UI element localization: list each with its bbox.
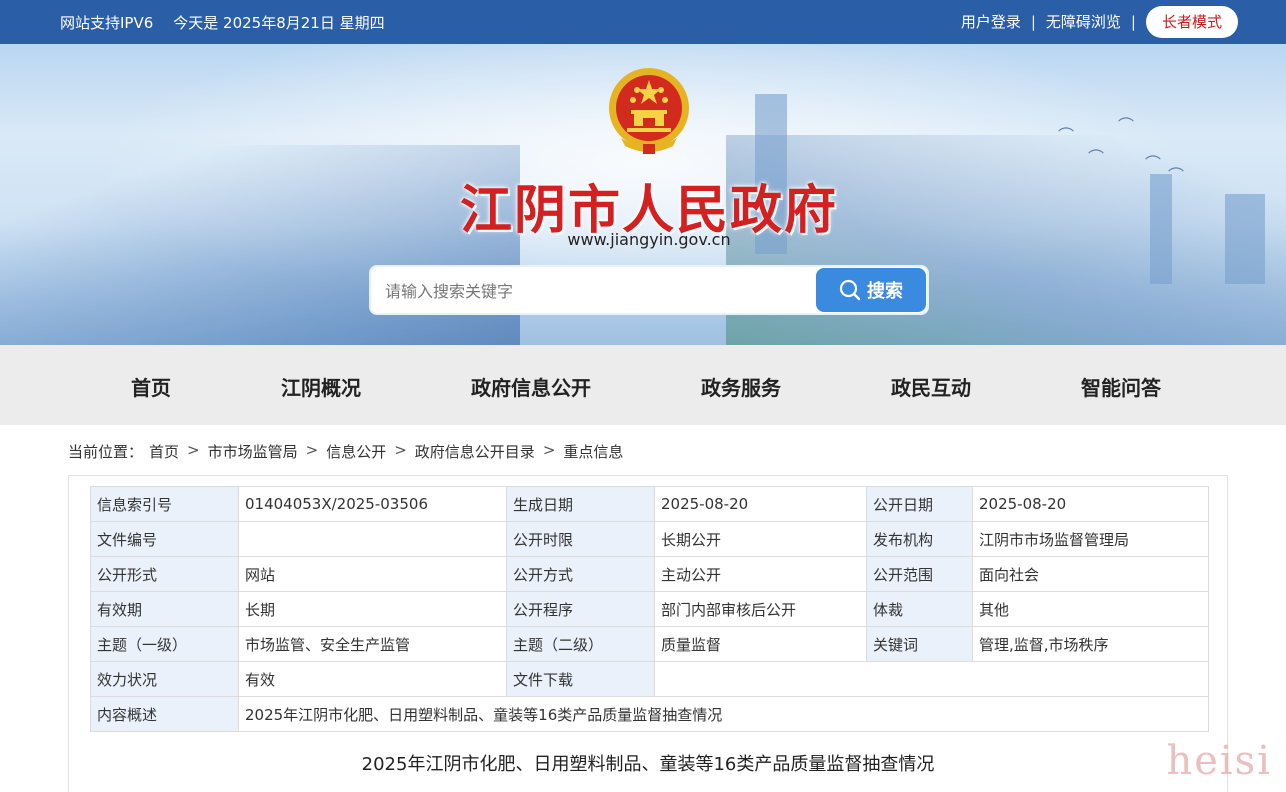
- meta-label: 主题（一级）: [90, 626, 239, 662]
- search-button[interactable]: 搜索: [816, 268, 926, 312]
- meta-value: 质量监督: [654, 626, 867, 662]
- breadcrumb-arrow: >: [187, 441, 200, 459]
- current-date: 今天是 2025年8月21日 星期四: [173, 14, 385, 32]
- meta-value: 有效: [238, 661, 507, 697]
- breadcrumb-link[interactable]: 信息公开: [326, 441, 386, 462]
- table-row: 信息索引号 01404053X/2025-03506 生成日期 2025-08-…: [90, 486, 1209, 522]
- divider: |: [1130, 13, 1136, 31]
- breadcrumb-arrow: >: [394, 441, 407, 459]
- main-nav: 首页 江阴概况 政府信息公开 政务服务 政民互动 智能问答: [0, 345, 1286, 425]
- meta-label: 体裁: [866, 591, 973, 627]
- search-box: 搜索: [369, 265, 929, 315]
- meta-value: 面向社会: [972, 556, 1209, 592]
- user-login-link[interactable]: 用户登录: [961, 6, 1021, 38]
- meta-value: 主动公开: [654, 556, 867, 592]
- meta-label: 效力状况: [90, 661, 239, 697]
- meta-label: 关键词: [866, 626, 973, 662]
- watermark: heisi: [1166, 738, 1272, 784]
- meta-value: 2025-08-20: [972, 486, 1209, 522]
- meta-value: 部门内部审核后公开: [654, 591, 867, 627]
- meta-label: 公开程序: [506, 591, 655, 627]
- nav-item-interaction[interactable]: 政民互动: [891, 372, 971, 401]
- meta-label: 公开时限: [506, 521, 655, 557]
- national-emblem-icon: [609, 68, 689, 154]
- table-row: 公开形式 网站 公开方式 主动公开 公开范围 面向社会: [90, 556, 1209, 592]
- bird-icon: ⌒: [1058, 126, 1075, 145]
- meta-value: 01404053X/2025-03506: [238, 486, 507, 522]
- meta-label: 有效期: [90, 591, 239, 627]
- breadcrumb-prefix: 当前位置：: [68, 443, 144, 461]
- table-row: 内容概述 2025年江阴市化肥、日用塑料制品、童装等16类产品质量监督抽查情况: [90, 696, 1209, 732]
- meta-label: 信息索引号: [90, 486, 239, 522]
- nav-item-smart-qa[interactable]: 智能问答: [1081, 372, 1161, 401]
- meta-value: 管理,监督,市场秩序: [972, 626, 1209, 662]
- meta-value: 长期公开: [654, 521, 867, 557]
- breadcrumb-arrow: >: [305, 441, 319, 459]
- top-bar: 网站支持IPV6 今天是 2025年8月21日 星期四 用户登录 | 无障碍浏览…: [0, 0, 1286, 44]
- meta-label: 公开日期: [866, 486, 973, 522]
- meta-value: 长期: [238, 591, 507, 627]
- table-row: 文件编号 公开时限 长期公开 发布机构 江阴市市场监督管理局: [90, 521, 1209, 557]
- meta-value: 市场监管、安全生产监管: [238, 626, 507, 662]
- meta-label: 文件下载: [506, 661, 655, 697]
- nav-item-gov-service[interactable]: 政务服务: [701, 372, 781, 401]
- nav-item-info-disclosure[interactable]: 政府信息公开: [471, 372, 591, 401]
- meta-label: 内容概述: [90, 696, 239, 732]
- meta-value: 江阴市市场监督管理局: [972, 521, 1209, 557]
- meta-value: 2025年江阴市化肥、日用塑料制品、童装等16类产品质量监督抽查情况: [238, 696, 1209, 732]
- meta-label: 公开形式: [90, 556, 239, 592]
- accessible-browse-link[interactable]: 无障碍浏览: [1046, 6, 1121, 38]
- search-button-label: 搜索: [867, 281, 903, 302]
- ipv6-notice: 网站支持IPV6: [60, 14, 154, 32]
- site-url: www.jiangyin.gov.cn: [567, 230, 731, 249]
- breadcrumb-link[interactable]: 政府信息公开目录: [415, 441, 535, 462]
- meta-label: 文件编号: [90, 521, 239, 557]
- meta-label: 生成日期: [506, 486, 655, 522]
- document-metadata-table: 信息索引号 01404053X/2025-03506 生成日期 2025-08-…: [90, 486, 1209, 732]
- breadcrumb-link[interactable]: 市市场监管局: [208, 441, 298, 462]
- meta-value: 网站: [238, 556, 507, 592]
- meta-value: [238, 521, 507, 557]
- bird-icon: ⌒: [1088, 148, 1105, 167]
- breadcrumb-link[interactable]: 首页: [149, 441, 179, 462]
- search-icon: [839, 279, 861, 301]
- header-banner: ⌒ ⌒ ⌒ ⌒ ⌒ 江阴市人民政府 www.jiangyin.gov.cn 搜索: [0, 44, 1286, 345]
- breadcrumb: 当前位置： 首页 > 市市场监管局 > 信息公开 > 政府信息公开目录 > 重点…: [68, 441, 623, 462]
- elder-mode-button[interactable]: 长者模式: [1145, 6, 1238, 38]
- meta-label: 主题（二级）: [506, 626, 655, 662]
- meta-value: 其他: [972, 591, 1209, 627]
- divider: |: [1030, 13, 1036, 31]
- nav-item-home[interactable]: 首页: [131, 372, 171, 401]
- search-input[interactable]: [385, 278, 805, 304]
- meta-label: 发布机构: [866, 521, 973, 557]
- meta-value: 2025-08-20: [654, 486, 867, 522]
- bird-icon: ⌒: [1118, 116, 1135, 135]
- meta-label: 公开方式: [506, 556, 655, 592]
- document-title: 2025年江阴市化肥、日用塑料制品、童装等16类产品质量监督抽查情况: [361, 754, 935, 775]
- table-row: 有效期 长期 公开程序 部门内部审核后公开 体裁 其他: [90, 591, 1209, 627]
- file-download-cell[interactable]: [654, 661, 1209, 697]
- breadcrumb-arrow: >: [542, 441, 556, 459]
- nav-item-overview[interactable]: 江阴概况: [281, 372, 361, 401]
- meta-label: 公开范围: [866, 556, 973, 592]
- table-row: 主题（一级） 市场监管、安全生产监管 主题（二级） 质量监督 关键词 管理,监督…: [90, 626, 1209, 662]
- breadcrumb-link[interactable]: 重点信息: [563, 441, 623, 462]
- table-row: 效力状况 有效 文件下载: [90, 661, 1209, 697]
